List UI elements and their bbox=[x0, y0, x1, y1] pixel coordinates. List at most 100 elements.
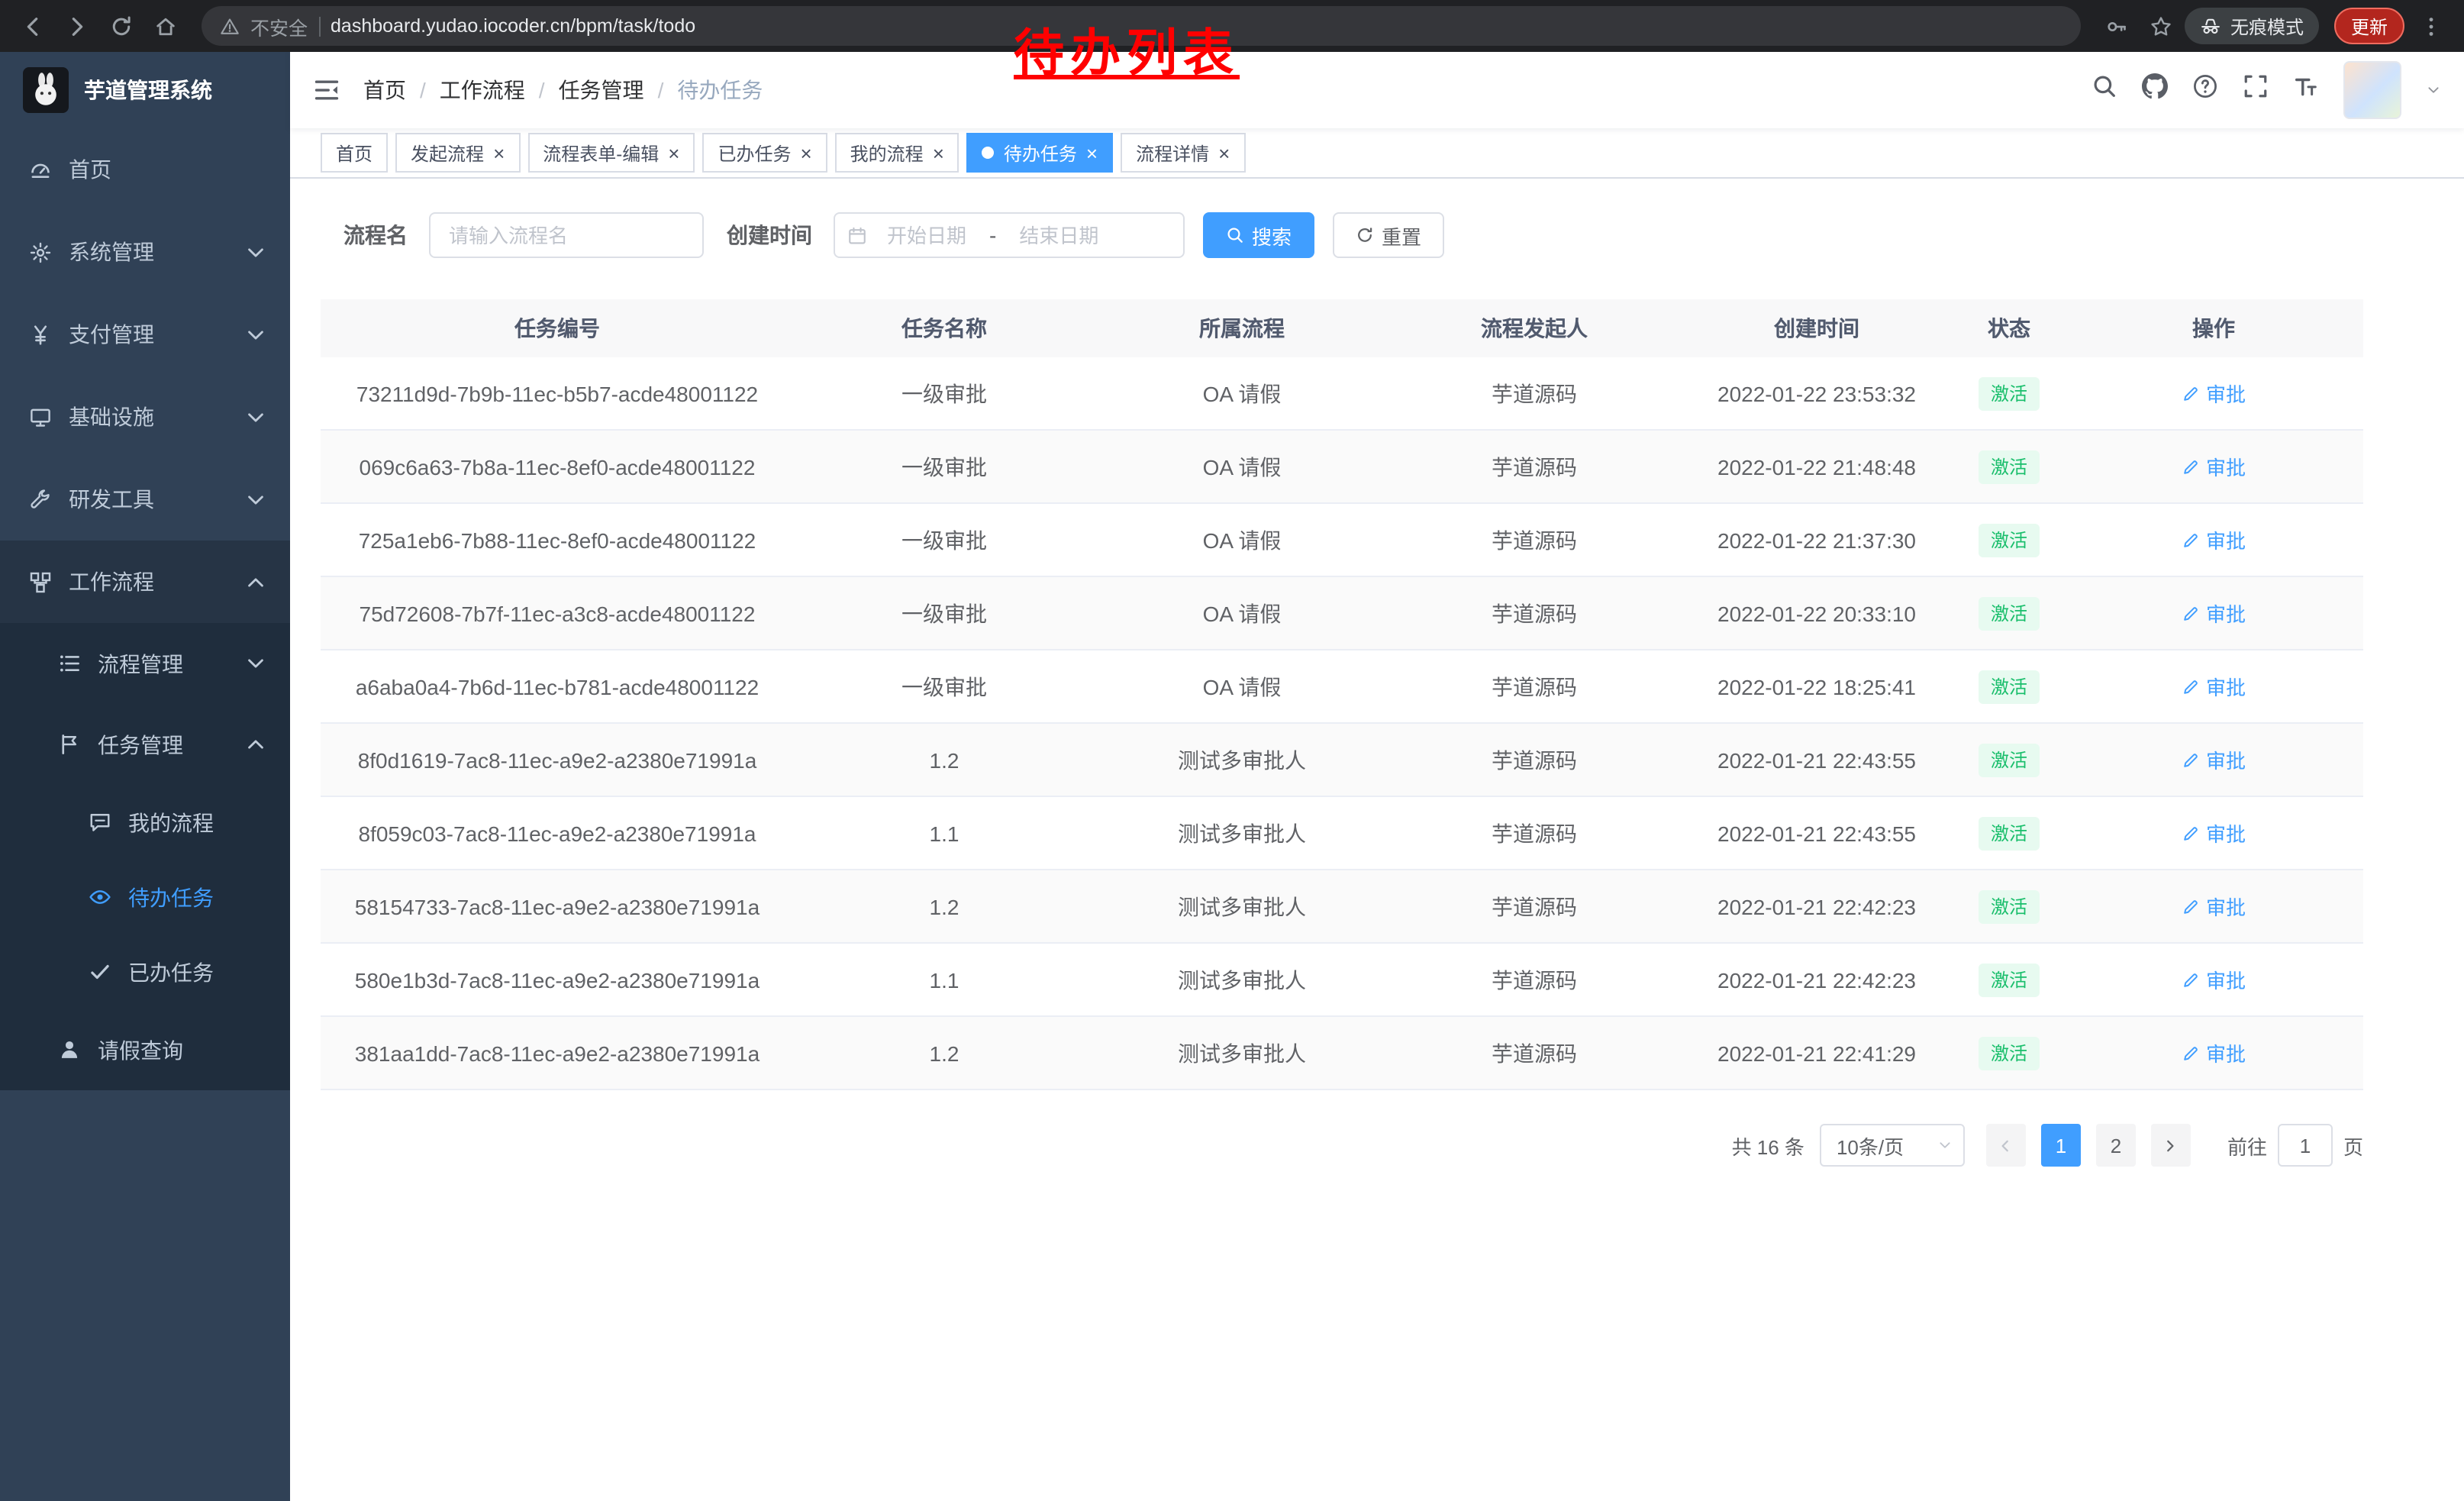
close-icon[interactable]: × bbox=[1086, 143, 1098, 163]
date-range-picker[interactable]: - bbox=[834, 212, 1185, 258]
end-date-input[interactable] bbox=[1002, 224, 1115, 247]
process-cell: OA 请假 bbox=[1095, 451, 1389, 482]
chat-icon bbox=[89, 811, 111, 834]
task-name-cell: 1.1 bbox=[794, 821, 1095, 845]
close-icon[interactable]: × bbox=[800, 143, 811, 163]
action-cell: 审批 bbox=[2064, 672, 2363, 701]
range-separator: - bbox=[986, 223, 999, 247]
close-icon[interactable]: × bbox=[668, 143, 679, 163]
sidebar-item-home[interactable]: 首页 bbox=[0, 128, 290, 211]
back-button[interactable] bbox=[12, 5, 53, 47]
task-id-cell: 381aa1dd-7ac8-11ec-a9e2-a2380e71991a bbox=[321, 1041, 794, 1065]
tab-done-tasks[interactable]: 已办任务× bbox=[702, 133, 827, 173]
tab-start-process[interactable]: 发起流程× bbox=[395, 133, 520, 173]
approve-link[interactable]: 审批 bbox=[2182, 965, 2246, 994]
bookmark-star-button[interactable] bbox=[2140, 5, 2182, 47]
sidebar-item-label: 流程管理 bbox=[98, 648, 183, 679]
sidebar-item-label: 研发工具 bbox=[69, 484, 154, 515]
sidebar-item-todo-tasks[interactable]: 待办任务 bbox=[0, 860, 290, 934]
breadcrumb-separator: / bbox=[539, 78, 545, 102]
table-row: 725a1eb6-7b88-11ec-8ef0-acde48001122一级审批… bbox=[321, 504, 2363, 577]
chevron-down-icon bbox=[244, 488, 267, 511]
sidebar-fold-button[interactable] bbox=[313, 76, 340, 104]
sidebar-item-payment[interactable]: 支付管理 bbox=[0, 293, 290, 376]
sidebar-item-my-process[interactable]: 我的流程 bbox=[0, 785, 290, 860]
next-page-button[interactable] bbox=[2151, 1124, 2191, 1167]
breadcrumb-item[interactable]: 首页 bbox=[363, 75, 406, 105]
page-size-select[interactable]: 10条/页 bbox=[1820, 1124, 1965, 1167]
search-button[interactable] bbox=[2091, 73, 2117, 107]
github-icon bbox=[2142, 73, 2168, 99]
sidebar-item-process-mgmt[interactable]: 流程管理 bbox=[0, 623, 290, 704]
incognito-badge: 无痕模式 bbox=[2185, 8, 2319, 44]
close-icon[interactable]: × bbox=[933, 143, 944, 163]
edit-icon bbox=[2182, 1044, 2200, 1062]
browser-menu-button[interactable] bbox=[2411, 5, 2452, 47]
close-icon[interactable]: × bbox=[493, 143, 505, 163]
sidebar-item-label: 首页 bbox=[69, 154, 111, 185]
starter-cell: 芋道源码 bbox=[1389, 598, 1679, 628]
starter-cell: 芋道源码 bbox=[1389, 964, 1679, 995]
approve-link[interactable]: 审批 bbox=[2182, 599, 2246, 628]
avatar-caret-icon[interactable] bbox=[2426, 82, 2441, 98]
sidebar-item-task-mgmt[interactable]: 任务管理 bbox=[0, 704, 290, 785]
tab-todo-tasks[interactable]: 待办任务× bbox=[967, 133, 1113, 173]
table-row: 580e1b3d-7ac8-11ec-a9e2-a2380e71991a1.1测… bbox=[321, 944, 2363, 1017]
sidebar-item-devtools[interactable]: 研发工具 bbox=[0, 458, 290, 541]
chevron-down-icon bbox=[244, 323, 267, 346]
approve-link[interactable]: 审批 bbox=[2182, 1038, 2246, 1067]
process-cell: 测试多审批人 bbox=[1095, 964, 1389, 995]
process-name-input[interactable] bbox=[429, 212, 704, 258]
approve-link[interactable]: 审批 bbox=[2182, 379, 2246, 408]
home-button[interactable] bbox=[145, 5, 186, 47]
tab-process-detail[interactable]: 流程详情 × bbox=[1121, 133, 1245, 173]
sidebar-item-label: 支付管理 bbox=[69, 319, 154, 350]
close-icon[interactable]: × bbox=[1218, 143, 1230, 163]
prev-page-button[interactable] bbox=[1986, 1124, 2026, 1167]
update-button[interactable]: 更新 bbox=[2334, 8, 2404, 44]
breadcrumb-item[interactable]: 任务管理 bbox=[559, 75, 644, 105]
password-key-button[interactable] bbox=[2096, 5, 2137, 47]
sidebar-item-done-tasks[interactable]: 已办任务 bbox=[0, 934, 290, 1009]
reload-button[interactable] bbox=[101, 5, 142, 47]
page-button-2[interactable]: 2 bbox=[2096, 1124, 2136, 1167]
avatar[interactable] bbox=[2343, 61, 2401, 119]
breadcrumb-separator: / bbox=[420, 78, 426, 102]
table-row: a6aba0a4-7b6d-11ec-b781-acde48001122一级审批… bbox=[321, 650, 2363, 724]
search-icon bbox=[2091, 73, 2117, 99]
reset-button[interactable]: 重置 bbox=[1333, 212, 1444, 258]
created-time-cell: 2022-01-22 20:33:10 bbox=[1679, 601, 1954, 625]
tab-label: 流程详情 bbox=[1136, 140, 1209, 166]
sidebar-item-infrastructure[interactable]: 基础设施 bbox=[0, 376, 290, 458]
breadcrumb-item: 待办任务 bbox=[677, 75, 763, 105]
page-button-1[interactable]: 1 bbox=[2041, 1124, 2081, 1167]
search-button[interactable]: 搜索 bbox=[1203, 212, 1314, 258]
sidebar-item-system[interactable]: 系统管理 bbox=[0, 211, 290, 293]
tab-form-edit[interactable]: 流程表单-编辑× bbox=[527, 133, 695, 173]
fullscreen-button[interactable] bbox=[2243, 73, 2269, 107]
approve-link[interactable]: 审批 bbox=[2182, 745, 2246, 774]
approve-link[interactable]: 审批 bbox=[2182, 452, 2246, 481]
start-date-input[interactable] bbox=[870, 224, 983, 247]
approve-link[interactable]: 审批 bbox=[2182, 525, 2246, 554]
forward-button[interactable] bbox=[56, 5, 98, 47]
warning-icon bbox=[220, 16, 240, 36]
status-cell: 激活 bbox=[1954, 670, 2064, 703]
fontsize-button[interactable] bbox=[2293, 73, 2319, 107]
approve-link[interactable]: 审批 bbox=[2182, 818, 2246, 847]
sidebar-item-workflow[interactable]: 工作流程 bbox=[0, 541, 290, 623]
breadcrumb-item[interactable]: 工作流程 bbox=[440, 75, 525, 105]
column-header: 状态 bbox=[1954, 313, 2064, 344]
approve-link[interactable]: 审批 bbox=[2182, 892, 2246, 921]
approve-link[interactable]: 审批 bbox=[2182, 672, 2246, 701]
tab-my-process[interactable]: 我的流程× bbox=[835, 133, 959, 173]
filter-bar: 流程名 创建时间 - 搜索 重置 bbox=[321, 212, 2464, 258]
sidebar-item-leave-query[interactable]: 请假查询 bbox=[0, 1009, 290, 1090]
help-button[interactable] bbox=[2192, 73, 2218, 107]
github-button[interactable] bbox=[2142, 73, 2168, 107]
tab-home[interactable]: 首页 bbox=[321, 133, 388, 173]
action-cell: 审批 bbox=[2064, 525, 2363, 554]
column-header: 操作 bbox=[2064, 313, 2363, 344]
goto-page-input[interactable] bbox=[2278, 1124, 2333, 1167]
logo-row[interactable]: 芋道管理系统 bbox=[0, 52, 290, 128]
